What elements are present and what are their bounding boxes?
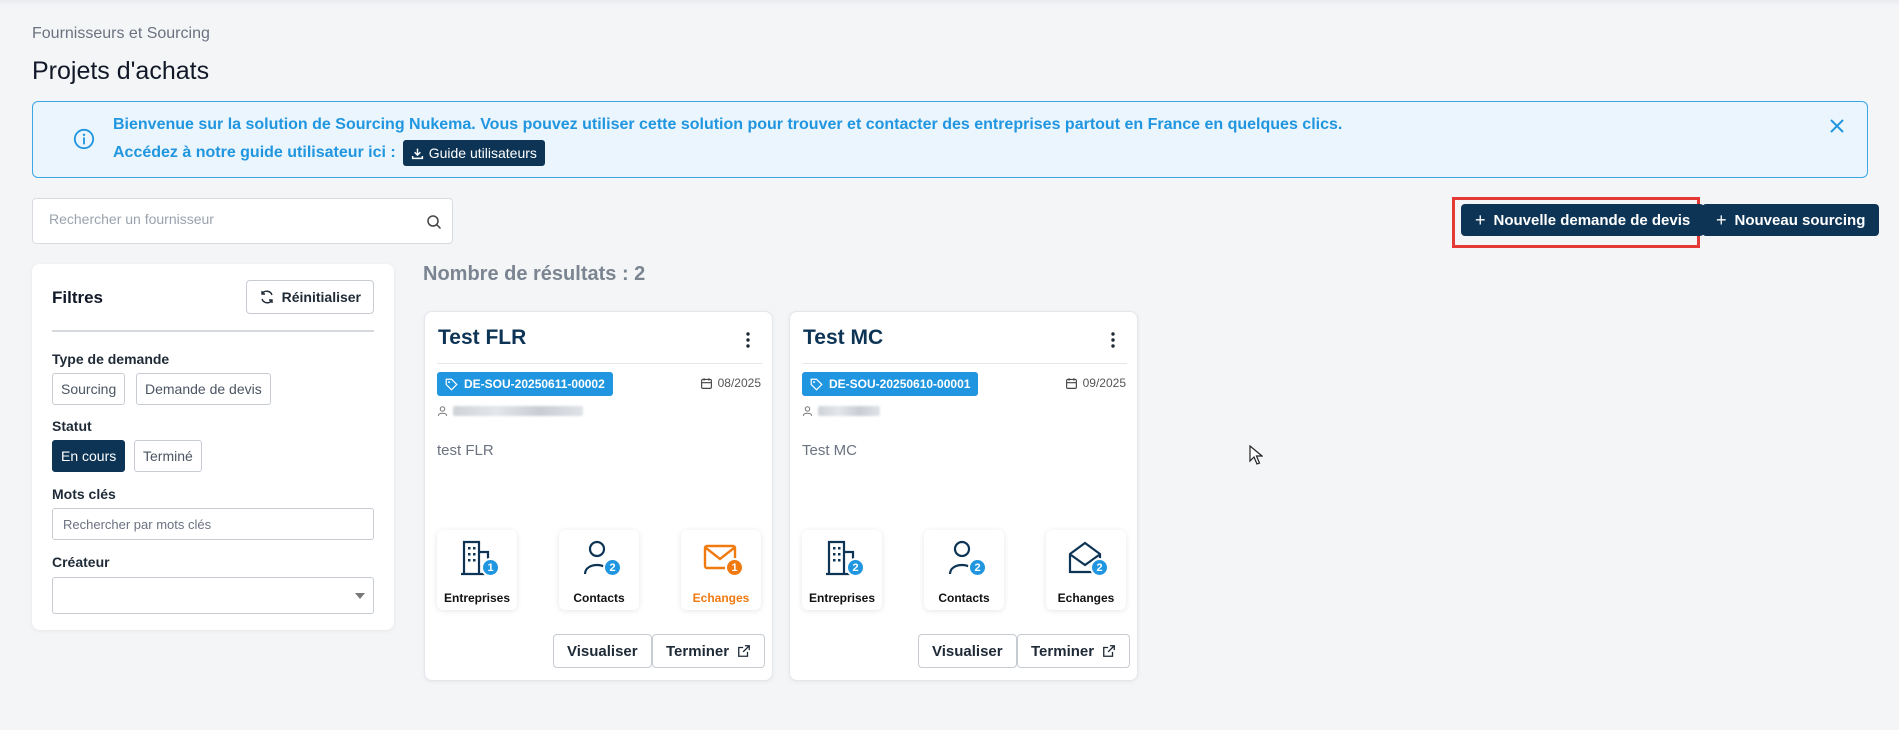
exchanges-tile[interactable]: 2 Echanges [1046,530,1126,610]
tag-icon [810,378,823,391]
finish-label: Terminer [666,642,730,660]
calendar-icon [700,377,712,389]
info-guide-text: Accédez à notre guide utilisateur ici : [113,144,396,161]
external-link-icon [738,645,750,657]
supplier-search [32,198,453,244]
project-date: 08/2025 [700,376,761,390]
creator-filter-label: Créateur [52,554,110,570]
guide-download-label: Guide utilisateurs [428,145,537,161]
count-badge: 2 [1090,558,1109,577]
refresh-icon [260,290,273,304]
creator-select[interactable] [52,577,374,614]
info-guide-line: Accédez à notre guide utilisateur ici : … [113,140,545,166]
project-card[interactable]: Test FLR DE-SOU-20250611-00002 08/2025 t… [424,311,773,681]
close-icon[interactable] [1829,118,1845,134]
tile-label: Contacts [573,591,625,605]
page-title: Projets d'achats [32,57,210,85]
tile-label: Echanges [692,591,750,605]
keywords-input[interactable]: Rechercher par mots clés [52,508,374,540]
divider [437,363,762,364]
project-title[interactable]: Test MC [803,326,883,350]
more-options-icon[interactable] [746,332,750,348]
count-badge: 2 [846,558,865,577]
type-filter-label: Type de demande [52,351,170,367]
plus-icon: + [1475,209,1486,230]
info-icon [73,128,95,150]
contacts-tile[interactable]: 2 Contacts [559,530,639,610]
info-banner: Bienvenue sur la solution de Sourcing Nu… [32,101,1868,178]
new-quote-button[interactable]: + Nouvelle demande de devis [1461,204,1705,236]
filters-title: Filtres [52,288,104,307]
user-icon [802,406,813,416]
reference-text: DE-SOU-20250611-00002 [464,377,605,391]
count-badge: 1 [725,558,744,577]
reset-filters-label: Réinitialiser [281,289,361,305]
type-option-sourcing[interactable]: Sourcing [52,373,126,405]
project-creator [802,405,880,417]
breadcrumb[interactable]: Fournisseurs et Sourcing [32,25,210,43]
contacts-tile[interactable]: 2 Contacts [924,530,1004,610]
new-sourcing-label: Nouveau sourcing [1734,211,1866,229]
project-date-text: 08/2025 [717,376,761,390]
count-badge: 1 [481,558,500,577]
external-link-icon [1103,645,1115,657]
filters-panel: Filtres Réinitialiser Type de demande So… [32,264,394,630]
tile-label: Contacts [938,591,990,605]
count-badge: 2 [603,558,622,577]
keywords-filter-label: Mots clés [52,486,116,502]
view-button[interactable]: Visualiser [918,634,1017,668]
search-icon[interactable] [426,214,442,230]
more-options-icon[interactable] [1111,332,1115,348]
reference-text: DE-SOU-20250610-00001 [829,377,971,391]
plus-icon: + [1716,209,1727,230]
count-badge: 2 [968,558,987,577]
info-message: Bienvenue sur la solution de Sourcing Nu… [113,116,1343,133]
guide-download-button[interactable]: Guide utilisateurs [402,140,545,166]
new-quote-label: Nouvelle demande de devis [1493,211,1691,229]
supplier-search-input[interactable] [49,211,409,227]
tile-label: Entreprises [808,591,876,605]
new-sourcing-button[interactable]: + Nouveau sourcing [1702,204,1880,236]
project-date: 09/2025 [1065,376,1126,390]
finish-button[interactable]: Terminer [1017,634,1131,668]
tile-label: Entreprises [443,591,511,605]
top-shadow [0,0,1899,6]
results-count: Nombre de résultats : 2 [423,263,646,285]
user-icon [437,406,448,416]
tile-label: Echanges [1057,591,1115,605]
mouse-cursor-icon [1249,445,1263,465]
companies-tile[interactable]: 2 Entreprises [802,530,882,610]
reference-badge: DE-SOU-20250610-00001 [802,372,979,396]
project-date-text: 09/2025 [1082,376,1126,390]
exchanges-tile[interactable]: 1 Echanges [681,530,761,610]
reference-badge: DE-SOU-20250611-00002 [437,372,613,396]
divider [52,330,374,332]
divider [802,363,1127,364]
download-icon [411,148,423,159]
creator-name-redacted [453,406,583,416]
project-creator [437,405,583,417]
finish-label: Terminer [1031,642,1095,660]
calendar-icon [1065,377,1077,389]
tag-icon [445,378,458,391]
type-option-quote[interactable]: Demande de devis [136,373,271,405]
finish-button[interactable]: Terminer [652,634,766,668]
status-option-finished[interactable]: Terminé [134,440,202,472]
project-description: Test MC [802,442,858,459]
chevron-down-icon [355,593,365,599]
companies-tile[interactable]: 1 Entreprises [437,530,517,610]
project-description: test FLR [437,442,494,459]
status-filter-label: Statut [52,418,92,434]
project-title[interactable]: Test FLR [438,326,526,350]
view-button[interactable]: Visualiser [553,634,652,668]
reset-filters-button[interactable]: Réinitialiser [245,280,374,314]
creator-name-redacted [818,406,880,416]
project-card[interactable]: Test MC DE-SOU-20250610-00001 09/2025 Te… [789,311,1138,681]
status-option-in-progress[interactable]: En cours [52,440,126,472]
